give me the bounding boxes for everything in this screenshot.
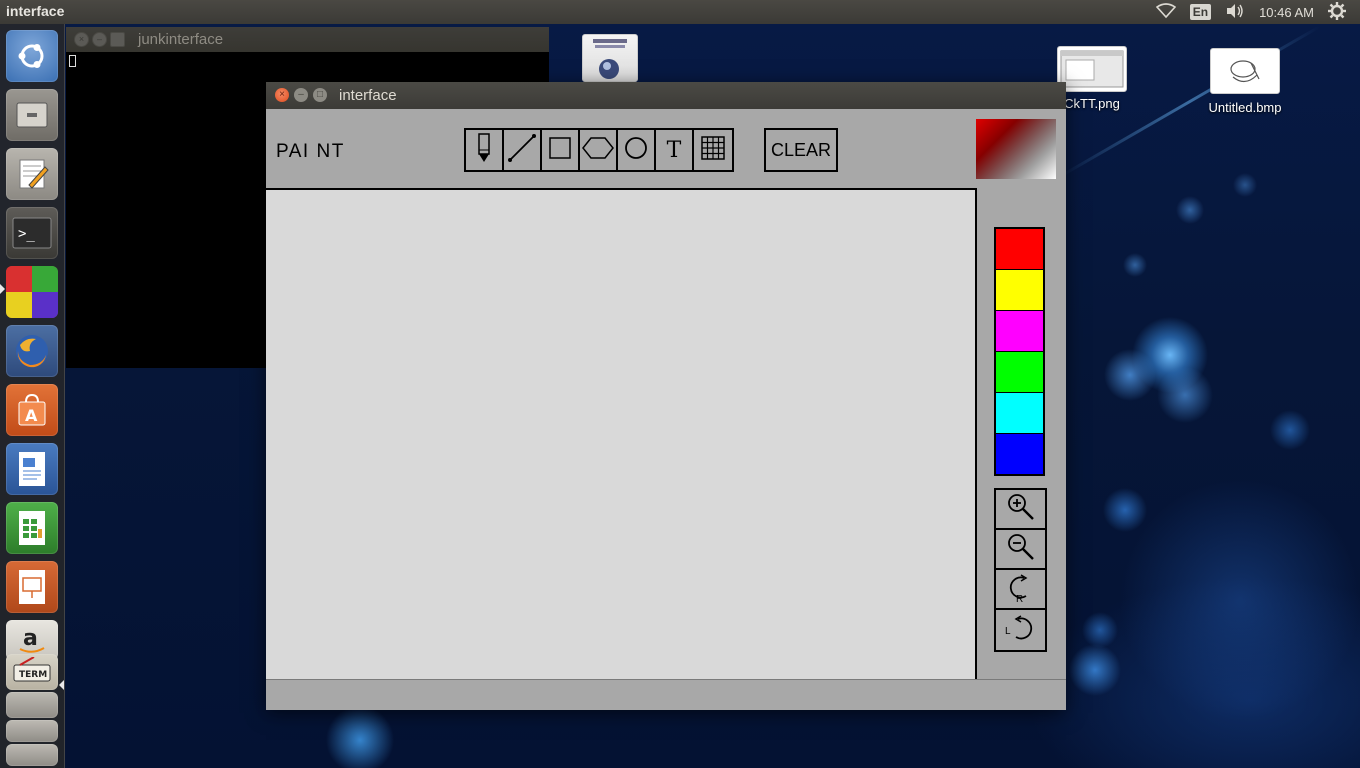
current-color-preview[interactable] <box>976 119 1056 179</box>
text-tool-button[interactable]: T <box>656 130 694 170</box>
svg-text:TERM: TERM <box>19 670 47 680</box>
desktop-icon-untitled-bmp[interactable]: Untitled.bmp <box>1202 48 1288 115</box>
keyboard-language-indicator[interactable]: En <box>1189 4 1212 20</box>
color-swatch-yellow[interactable] <box>996 270 1043 311</box>
text-editor-icon[interactable] <box>6 148 58 200</box>
desktop-icon-book-cover[interactable] <box>581 34 639 82</box>
status-bar <box>266 679 1066 710</box>
focused-app-indicator <box>59 680 64 690</box>
stacked-launcher-item-icon[interactable] <box>6 720 58 742</box>
firefox-icon[interactable] <box>6 325 58 377</box>
drawing-toolbar: T <box>464 128 734 172</box>
rotate-left-button[interactable]: L <box>996 610 1045 650</box>
terminal-titlebar[interactable]: × – junkinterface <box>66 27 549 52</box>
stacked-launcher-item-icon[interactable] <box>6 692 58 718</box>
rotate-right-label: R <box>1016 594 1024 605</box>
clear-button[interactable]: CLEAR <box>764 128 838 172</box>
zoom-out-button[interactable] <box>996 530 1045 570</box>
drawing-canvas[interactable] <box>266 188 977 680</box>
rotate-right-button[interactable]: R <box>996 570 1045 610</box>
terminal-icon[interactable]: >_ <box>6 207 58 259</box>
clock[interactable]: 10:46 AM <box>1259 5 1314 20</box>
paint-titlebar[interactable]: × – □ interface <box>266 82 1066 109</box>
color-swatch-cyan[interactable] <box>996 393 1043 434</box>
line-icon <box>507 133 537 168</box>
pencil-tool-button[interactable] <box>466 130 504 170</box>
paint-window-title: interface <box>339 87 397 104</box>
svg-text:a: a <box>23 626 38 651</box>
rectangle-tool-button[interactable] <box>542 130 580 170</box>
settings-gear-icon[interactable] <box>1328 1 1346 23</box>
color-swatch-green[interactable] <box>996 352 1043 393</box>
polygon-icon <box>581 135 615 166</box>
ubuntu-logo-icon[interactable] <box>6 30 58 82</box>
color-swatch-blue[interactable] <box>996 434 1043 474</box>
stacked-launcher-item-icon[interactable] <box>6 744 58 766</box>
text-icon: T <box>666 137 682 163</box>
color-palette <box>994 227 1045 476</box>
system-tray: En 10:46 AM <box>1155 0 1360 24</box>
book-thumbnail-icon <box>582 34 638 82</box>
svg-text:A: A <box>25 406 38 425</box>
wifi-icon[interactable] <box>1155 2 1176 22</box>
close-icon[interactable]: × <box>275 88 289 102</box>
image-thumbnail-icon <box>1057 46 1127 92</box>
active-app-title: interface <box>6 3 65 19</box>
pencil-icon <box>474 132 494 169</box>
rectangle-icon <box>547 135 573 166</box>
top-panel: interface En 10:46 AM <box>0 0 1360 24</box>
maximize-icon[interactable] <box>110 32 125 47</box>
zoom-out-icon <box>1006 532 1036 567</box>
shopping-bag-icon[interactable]: A <box>6 384 58 436</box>
grid-icon <box>700 135 726 166</box>
paint-window[interactable]: × – □ interface PAI NT T CLEAR R L <box>266 82 1066 710</box>
zoom-in-button[interactable] <box>996 490 1045 530</box>
view-tools: R L <box>994 488 1047 652</box>
polygon-tool-button[interactable] <box>580 130 618 170</box>
color-swatch-magenta[interactable] <box>996 311 1043 352</box>
maximize-icon[interactable]: □ <box>313 88 327 102</box>
sketch-thumbnail-icon <box>1210 48 1280 94</box>
launcher: >_ A a TERM <box>0 24 65 768</box>
terminal-cursor <box>69 55 76 67</box>
terminal-title: junkinterface <box>138 31 224 48</box>
active-app-indicator <box>0 284 5 294</box>
circle-icon <box>623 135 649 166</box>
desktop-icon-label: Untitled.bmp <box>1208 100 1282 115</box>
xterm-icon[interactable]: TERM <box>6 654 58 690</box>
minimize-icon[interactable]: – <box>92 32 107 47</box>
zoom-in-icon <box>1006 492 1036 527</box>
grid-tool-button[interactable] <box>694 130 732 170</box>
workspaces-icon[interactable] <box>6 266 58 318</box>
volume-icon[interactable] <box>1225 3 1245 22</box>
paint-app-label: PAI NT <box>276 141 345 162</box>
minimize-icon[interactable]: – <box>294 88 308 102</box>
color-swatch-red[interactable] <box>996 229 1043 270</box>
file-cabinet-icon[interactable] <box>6 89 58 141</box>
svg-text:>_: >_ <box>18 226 35 242</box>
impress-icon[interactable] <box>6 561 58 613</box>
line-tool-button[interactable] <box>504 130 542 170</box>
close-icon[interactable]: × <box>74 32 89 47</box>
calc-icon[interactable] <box>6 502 58 554</box>
rotate-left-label: L <box>1005 626 1011 637</box>
writer-icon[interactable] <box>6 443 58 495</box>
circle-tool-button[interactable] <box>618 130 656 170</box>
